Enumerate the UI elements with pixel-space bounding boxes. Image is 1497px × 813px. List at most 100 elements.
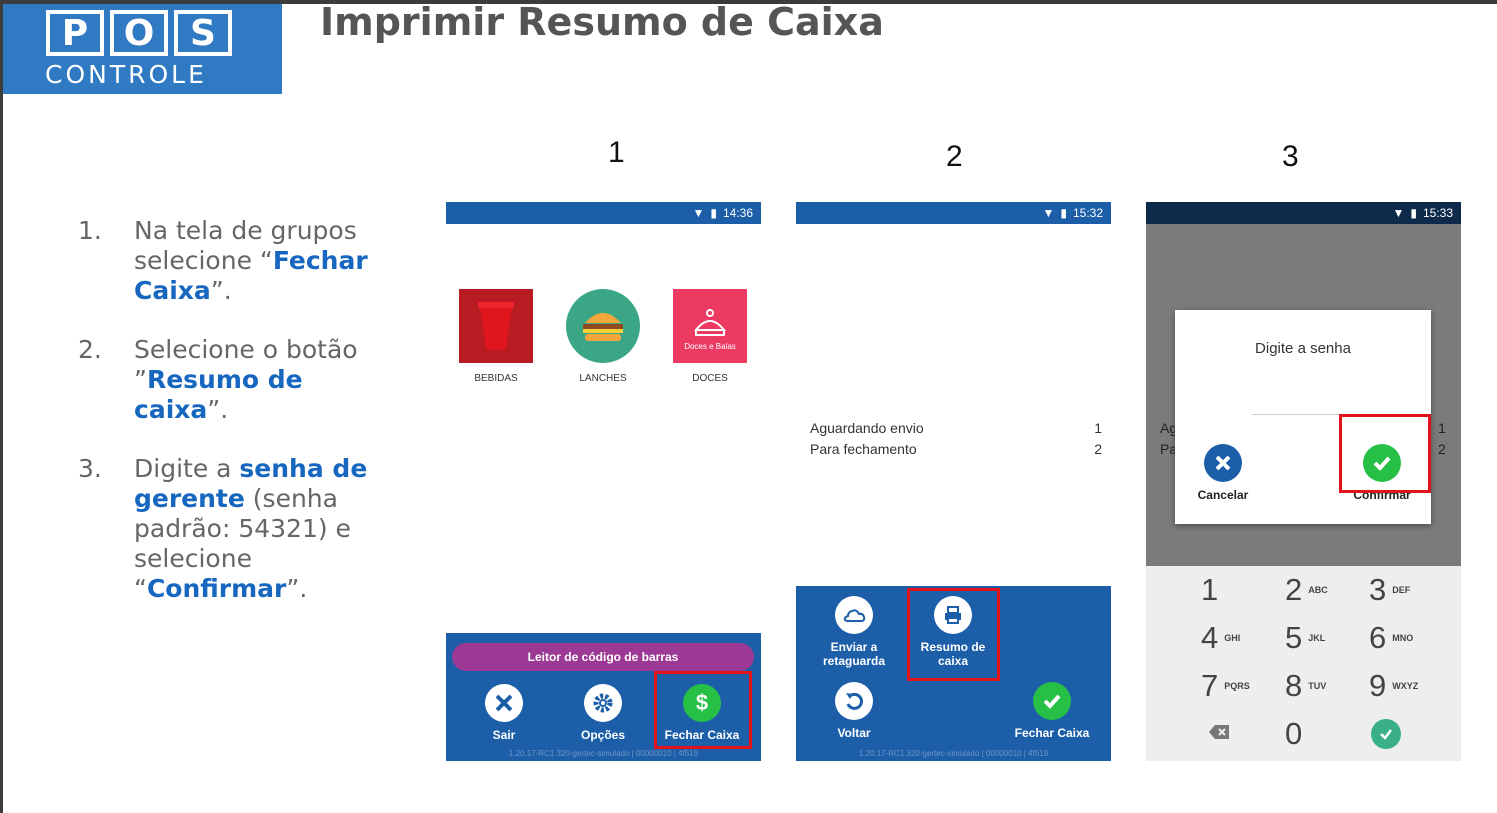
battery-icon: ▮ (1060, 206, 1067, 220)
key-digit: 6 (1369, 620, 1387, 655)
battery-icon: ▮ (710, 206, 717, 220)
screen-groups: ▼ ▮ 14:36 BEBIDAS LANCHES Doces e Balas … (446, 202, 761, 761)
key-2[interactable]: 2 ABC (1285, 570, 1365, 610)
button-label: Cancelar (1197, 488, 1249, 502)
group-label: LANCHES (579, 373, 627, 384)
key-3[interactable]: 3 DEF (1369, 570, 1449, 610)
close-icon (485, 684, 523, 722)
backspace-icon (1208, 724, 1230, 745)
screen-summary: ▼ ▮ 15:32 Aguardando envio 1 Para fechame… (796, 202, 1111, 761)
background-values: 1 2 (1438, 418, 1446, 460)
screen-label-1: 1 (608, 136, 625, 169)
gear-icon (584, 684, 622, 722)
count-row: Para fechamento 2 (810, 439, 1102, 460)
highlight-box (1339, 414, 1431, 493)
backspace-key[interactable] (1208, 714, 1288, 754)
pending-counts: Aguardando envio 1 Para fechamento 2 (810, 418, 1102, 460)
count-row: Aguardando envio 1 (810, 418, 1102, 439)
step-text: Selecione o botão ”Resumo de caixa”. (134, 335, 400, 425)
pos-controle-logo: P O S CONTROLE (3, 4, 282, 94)
status-bar: ▼ ▮ 15:33 (1146, 202, 1461, 224)
step-text-plain: ”. (286, 574, 308, 603)
check-icon (1033, 682, 1071, 720)
step-2: 2. Selecione o botão ”Resumo de caixa”. (70, 335, 400, 425)
send-backoffice-button[interactable]: Enviar a retaguarda (809, 596, 899, 668)
count-value: 2 (1094, 441, 1102, 457)
button-label: Enviar a retaguarda (822, 640, 886, 668)
button-label: Fechar Caixa (1014, 726, 1090, 740)
key-digit: 0 (1285, 716, 1303, 751)
group-lanches[interactable]: LANCHES (566, 289, 640, 384)
screen-label-3: 3 (1282, 140, 1299, 173)
close-register-button[interactable]: Fechar Caixa (1007, 682, 1097, 740)
password-input[interactable] (1252, 414, 1353, 415)
logo-word: CONTROLE (45, 60, 207, 89)
back-button[interactable]: Voltar (809, 682, 899, 740)
button-label: Opções (580, 728, 625, 742)
step-text-plain: ”. (210, 276, 232, 305)
button-label: Voltar (837, 726, 871, 740)
cloud-icon (835, 596, 873, 634)
key-letters: PQRS (1224, 681, 1250, 691)
key-4[interactable]: 4 GHI (1201, 618, 1281, 658)
logo-letter-s: S (174, 10, 232, 56)
battery-icon: ▮ (1410, 206, 1417, 220)
barcode-reader-button[interactable]: Leitor de código de barras (452, 643, 754, 671)
key-9[interactable]: 9 WXYZ (1369, 666, 1449, 706)
count-label: Para fechamento (810, 441, 917, 457)
key-digit: 8 (1285, 668, 1303, 703)
key-letters: TUV (1308, 681, 1327, 691)
bg-value: 1 (1438, 420, 1446, 436)
group-label: BEBIDAS (474, 373, 518, 384)
key-8[interactable]: 8 TUV (1285, 666, 1365, 706)
key-digit: 1 (1201, 572, 1219, 607)
highlight-box (907, 588, 1000, 681)
instruction-list: 1. Na tela de grupos selecione “Fechar C… (70, 216, 400, 633)
burger-icon (566, 289, 640, 363)
key-digit: 4 (1201, 620, 1219, 655)
check-icon (1371, 719, 1401, 749)
key-digit: 3 (1369, 572, 1387, 607)
group-bebidas[interactable]: BEBIDAS (459, 289, 533, 384)
window-left-border (0, 0, 3, 813)
status-bar: ▼ ▮ 15:32 (796, 202, 1111, 224)
step-text: Na tela de grupos selecione “Fechar Caix… (134, 216, 400, 306)
step-text: Digite a senha de gerente (senha padrão:… (134, 454, 400, 604)
step-1: 1. Na tela de grupos selecione “Fechar C… (70, 216, 400, 306)
key-letters: MNO (1392, 633, 1414, 643)
enter-key[interactable] (1371, 714, 1451, 754)
screen-password: ▼ ▮ 15:33 Ag Pa 1 2 Digite a senha Cance… (1146, 202, 1461, 761)
bg-value: 2 (1438, 441, 1446, 457)
exit-button[interactable]: Sair (459, 684, 549, 742)
wifi-icon: ▼ (1392, 206, 1405, 220)
step-text-plain: Digite a (134, 454, 240, 483)
status-time: 15:33 (1422, 206, 1453, 220)
count-label: Aguardando envio (810, 420, 924, 436)
step-number: 3. (78, 454, 102, 483)
logo-letter-o: O (110, 10, 168, 56)
page-title: Imprimir Resumo de Caixa (320, 0, 884, 44)
step-number: 1. (78, 216, 102, 245)
version-text: 1.20.17-RC1.320-gertec-simulado | 000000… (508, 749, 699, 758)
key-5[interactable]: 5 JKL (1285, 618, 1365, 658)
cancel-button[interactable]: Cancelar (1178, 444, 1268, 502)
key-letters: JKL (1308, 633, 1326, 643)
dim-overlay: Ag Pa 1 2 Digite a senha Cancelar Confir… (1146, 224, 1461, 566)
version-text: 1.20.17-RC1.320-gertec-simulado | 000000… (858, 749, 1049, 758)
key-6[interactable]: 6 MNO (1369, 618, 1449, 658)
step-3: 3. Digite a senha de gerente (senha padr… (70, 454, 400, 604)
close-icon (1204, 444, 1242, 482)
status-time: 14:36 (722, 206, 753, 220)
key-letters: GHI (1224, 633, 1241, 643)
key-0[interactable]: 0 (1285, 714, 1365, 754)
key-letters: WXYZ (1392, 681, 1419, 691)
logo-letter-p: P (46, 10, 104, 56)
screen-label-2: 2 (946, 140, 963, 173)
options-button[interactable]: Opções (558, 684, 648, 742)
numeric-keypad: 1 2 ABC 3 DEF 4 GHI 5 JKL 6 MNO 7 PQRS 8 TUV 9W… (1146, 566, 1461, 761)
key-1[interactable]: 1 (1201, 570, 1281, 610)
key-letters: DEF (1392, 585, 1411, 595)
key-7[interactable]: 7 PQRS (1201, 666, 1281, 706)
group-doces[interactable]: Doces e Balas DOCES (673, 289, 747, 384)
button-label: Sair (492, 728, 516, 742)
